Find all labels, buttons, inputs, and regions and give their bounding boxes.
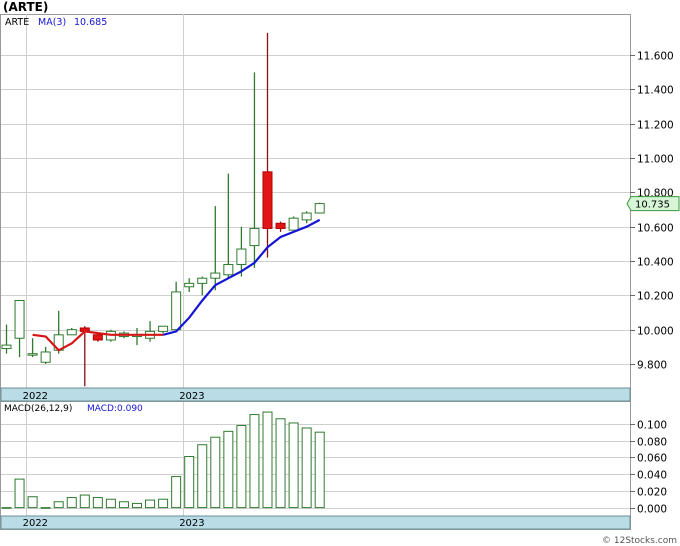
macd-bar: [275, 418, 286, 509]
candle-body: [197, 277, 208, 284]
macd-bar: [14, 478, 25, 509]
candle-body: [249, 227, 260, 247]
candle-body: [92, 334, 103, 341]
candle-body: [171, 291, 182, 331]
macd-legend-value: MACD:0.090: [87, 404, 143, 414]
candle-body: [288, 217, 299, 231]
macd-bar: [236, 424, 247, 509]
macd-bar: [249, 414, 260, 509]
macd-bar: [210, 436, 221, 509]
macd-bar: [66, 497, 77, 509]
candle: [314, 202, 325, 214]
macd-legend-label: MACD(26,12,9): [4, 404, 72, 414]
price-tick-label: 11.000: [637, 154, 674, 166]
macd-tick-label: 0.060: [637, 453, 667, 465]
macd-bar: [171, 476, 182, 509]
candle-body: [223, 263, 234, 276]
year-label: 2022: [23, 391, 48, 402]
candle-body: [40, 351, 51, 363]
candle-body: [184, 282, 195, 288]
macd-bar: [223, 430, 234, 509]
price-tick-label: 11.400: [637, 85, 674, 97]
year-label: 2023: [179, 518, 204, 529]
macd-bar: [197, 444, 208, 509]
macd-bar: [118, 501, 129, 509]
candle-body: [158, 325, 169, 332]
price-date-strip: [0, 387, 631, 402]
macd-bar: [79, 494, 90, 509]
last-price-label: 10.735: [635, 200, 670, 211]
macd-tick-label: 0.040: [637, 470, 667, 482]
candle-body: [275, 222, 286, 229]
macd-tick-label: 0.020: [637, 487, 667, 499]
candle-body: [1, 344, 12, 350]
price-tick-label: 10.600: [637, 223, 674, 235]
price-tick-label: 9.800: [637, 360, 667, 372]
macd-date-strip: [0, 515, 631, 530]
ma-legend-label: MA(3): [38, 17, 66, 28]
macd-bar: [40, 507, 51, 509]
macd-bar: [314, 431, 325, 509]
macd-bar: [132, 502, 142, 509]
macd-bar: [92, 497, 103, 509]
price-tick-label: 11.200: [637, 120, 674, 132]
candle-body: [14, 300, 25, 339]
candle: [288, 216, 299, 231]
candle-body: [314, 203, 325, 214]
price-tick-label: 10.000: [637, 326, 674, 338]
macd-y-axis: 0.000 0.020 0.040 0.060 0.080 0.100: [630, 420, 667, 516]
macd-tick-label: 0.000: [637, 504, 667, 516]
macd-bar: [53, 501, 64, 509]
candle-body: [210, 272, 221, 279]
candle-body: [262, 171, 273, 229]
stock-chart: 2022 2023 2022 2023 9.800 10.000 10.200 10.40…: [0, 0, 680, 546]
macd-bar: [262, 411, 273, 509]
macd-tick-label: 0.080: [637, 437, 667, 449]
macd-bar: [184, 455, 195, 509]
macd-bar: [158, 498, 169, 509]
macd-tick-label: 0.100: [637, 420, 667, 432]
macd-bar: [288, 422, 299, 509]
macd-bar: [145, 499, 156, 509]
last-price-tag: 10.735: [626, 196, 680, 212]
price-tick-label: 10.200: [637, 291, 674, 303]
ma-legend-value: 10.685: [74, 17, 107, 28]
ticker-label: ARTE: [5, 17, 29, 28]
macd-bar: [1, 507, 12, 509]
candle-body: [27, 353, 38, 356]
year-label: 2022: [23, 518, 48, 529]
watermark: © 12Stocks.com: [602, 536, 677, 546]
macd-bar: [27, 496, 38, 509]
chart-title: (ARTE): [3, 0, 48, 14]
macd-bar: [105, 498, 116, 509]
year-label: 2023: [179, 391, 204, 402]
candle-body: [66, 329, 77, 336]
price-tick-label: 11.600: [637, 51, 674, 63]
candle-body: [236, 248, 247, 265]
price-tick-label: 10.400: [637, 257, 674, 269]
candle-body: [301, 212, 312, 221]
macd-bar: [301, 427, 312, 509]
